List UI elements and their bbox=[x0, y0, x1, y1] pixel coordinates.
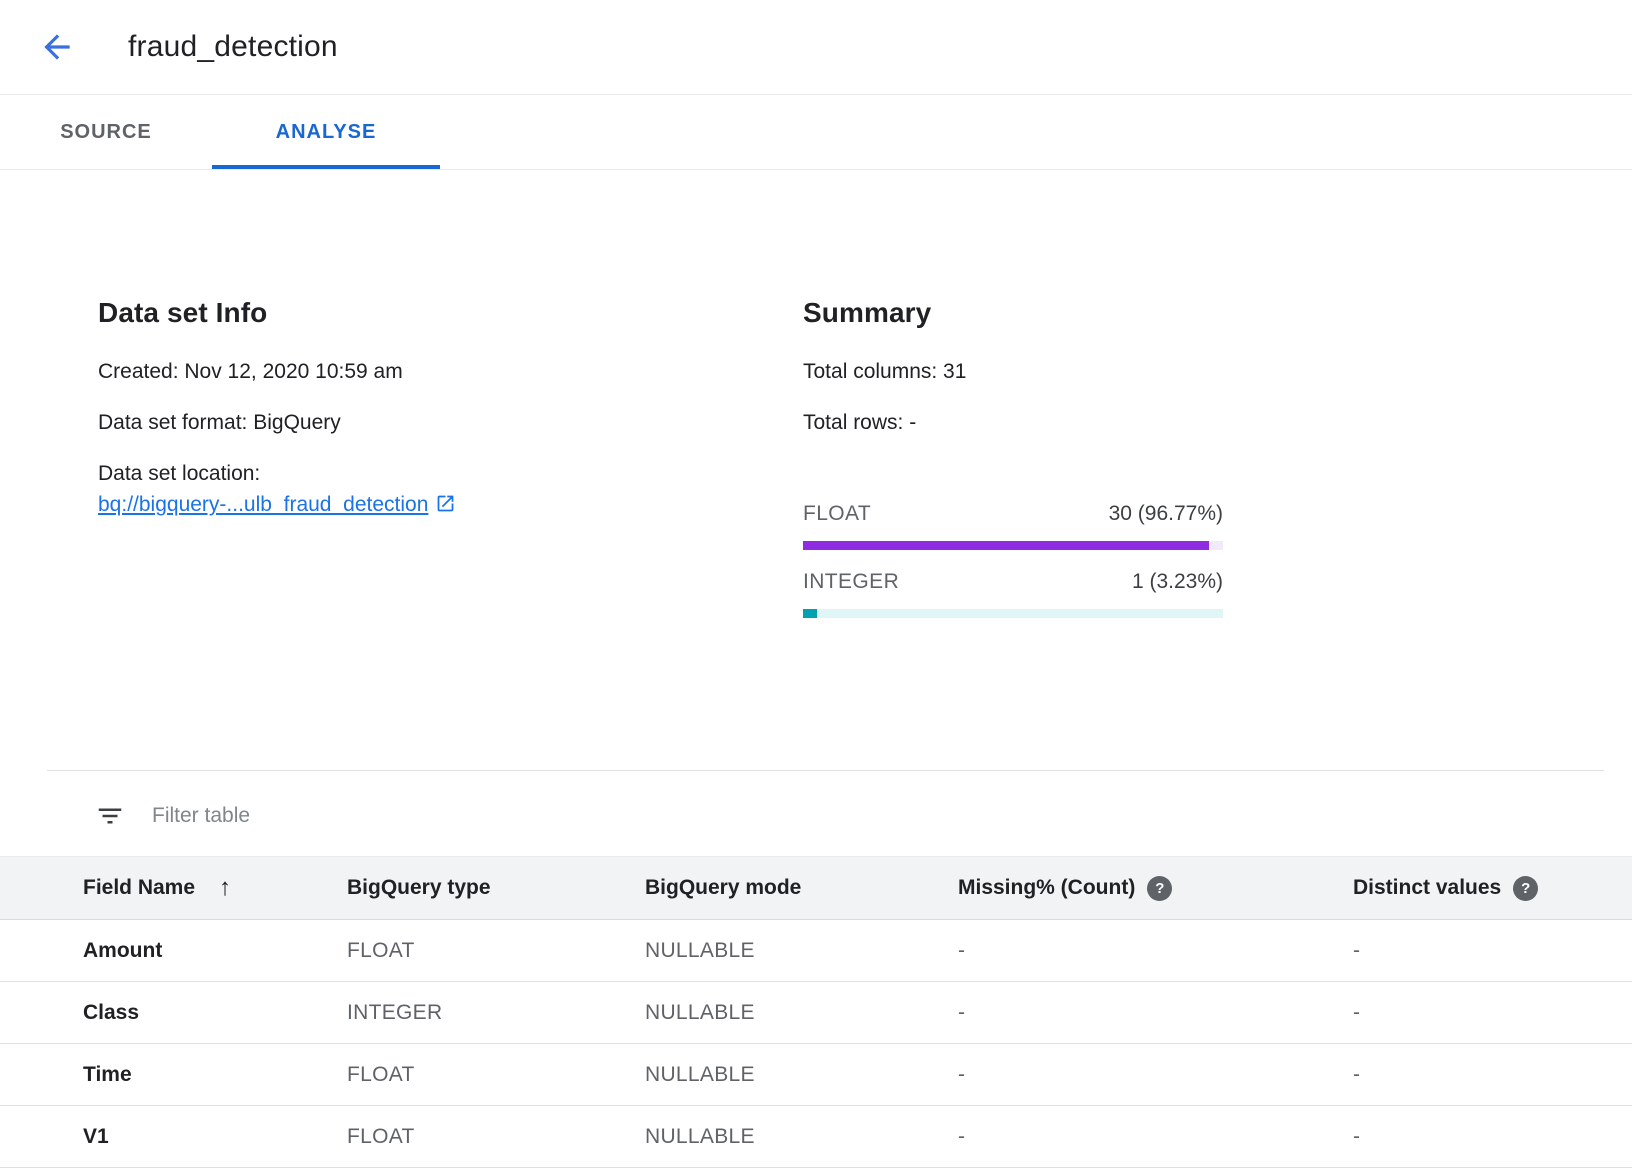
arrow-back-icon bbox=[38, 28, 76, 66]
type-stat-bar bbox=[803, 609, 1223, 618]
cell-bigquery-mode: NULLABLE bbox=[645, 1063, 958, 1087]
cell-distinct-values: - bbox=[1353, 1125, 1632, 1149]
help-icon[interactable]: ? bbox=[1513, 876, 1538, 901]
column-header-distinct-values: Distinct values ? bbox=[1353, 876, 1632, 901]
dataset-location-label: Data set location: bbox=[98, 462, 260, 485]
sort-ascending-icon[interactable]: ↑ bbox=[219, 874, 231, 902]
table-row: V1 FLOAT NULLABLE - - bbox=[0, 1106, 1632, 1168]
cell-field-name: Amount bbox=[83, 939, 347, 963]
cell-missing: - bbox=[958, 1063, 1353, 1087]
filter-table-input[interactable] bbox=[150, 803, 1572, 829]
cell-field-name: Time bbox=[83, 1063, 347, 1087]
cell-bigquery-type: INTEGER bbox=[347, 1001, 645, 1025]
table-row: Class INTEGER NULLABLE - - bbox=[0, 982, 1632, 1044]
cell-distinct-values: - bbox=[1353, 1001, 1632, 1025]
cell-bigquery-type: FLOAT bbox=[347, 939, 645, 963]
cell-missing: - bbox=[958, 1001, 1353, 1025]
dataset-format: Data set format: BigQuery bbox=[98, 407, 718, 438]
back-button[interactable] bbox=[36, 26, 78, 68]
tab-analyse[interactable]: ANALYSE bbox=[212, 96, 440, 169]
summary-total-rows: Total rows: - bbox=[803, 407, 1223, 438]
cell-missing: - bbox=[958, 939, 1353, 963]
table-row: Amount FLOAT NULLABLE - - bbox=[0, 920, 1632, 982]
table-header-row: Field Name ↑ BigQuery type BigQuery mode… bbox=[0, 856, 1632, 920]
table-body: Amount FLOAT NULLABLE - - Class INTEGER … bbox=[0, 920, 1632, 1168]
section-divider bbox=[47, 770, 1604, 771]
column-header-field-name[interactable]: Field Name ↑ bbox=[83, 874, 347, 902]
type-stat-bar bbox=[803, 541, 1223, 550]
cell-missing: - bbox=[958, 1125, 1353, 1149]
type-stat-integer: INTEGER 1 (3.23%) bbox=[803, 566, 1223, 618]
column-header-bigquery-type: BigQuery type bbox=[347, 876, 645, 900]
type-stat-value: 1 (3.23%) bbox=[1132, 566, 1223, 597]
summary-total-columns: Total columns: 31 bbox=[803, 356, 1223, 387]
dataset-location-link[interactable]: bq://bigquery-...ulb_fraud_detection bbox=[98, 493, 428, 516]
page-title: fraud_detection bbox=[128, 30, 338, 64]
cell-bigquery-mode: NULLABLE bbox=[645, 1001, 958, 1025]
summary-heading: Summary bbox=[803, 296, 1223, 330]
column-header-missing: Missing% (Count) ? bbox=[958, 876, 1353, 901]
dataset-info-heading: Data set Info bbox=[98, 296, 718, 330]
cell-bigquery-mode: NULLABLE bbox=[645, 1125, 958, 1149]
cell-bigquery-type: FLOAT bbox=[347, 1125, 645, 1149]
open-in-new-icon[interactable] bbox=[428, 493, 456, 516]
tab-source[interactable]: SOURCE bbox=[0, 96, 212, 169]
filter-list-icon[interactable] bbox=[94, 800, 126, 832]
cell-field-name: V1 bbox=[83, 1125, 347, 1149]
tab-bar: SOURCE ANALYSE bbox=[0, 96, 1632, 170]
app-header: fraud_detection bbox=[0, 0, 1632, 95]
cell-distinct-values: - bbox=[1353, 1063, 1632, 1087]
dataset-info-section: Data set Info Created: Nov 12, 2020 10:5… bbox=[98, 296, 718, 520]
type-stat-label: FLOAT bbox=[803, 498, 871, 529]
cell-field-name: Class bbox=[83, 1001, 347, 1025]
help-icon[interactable]: ? bbox=[1147, 876, 1172, 901]
cell-distinct-values: - bbox=[1353, 939, 1632, 963]
dataset-created: Created: Nov 12, 2020 10:59 am bbox=[98, 356, 718, 387]
schema-table: Field Name ↑ BigQuery type BigQuery mode… bbox=[0, 856, 1632, 1168]
table-row: Time FLOAT NULLABLE - - bbox=[0, 1044, 1632, 1106]
column-header-bigquery-mode: BigQuery mode bbox=[645, 876, 958, 900]
summary-section: Summary Total columns: 31 Total rows: - … bbox=[803, 296, 1223, 634]
type-stat-label: INTEGER bbox=[803, 566, 899, 597]
type-stat-float: FLOAT 30 (96.77%) bbox=[803, 498, 1223, 550]
cell-bigquery-type: FLOAT bbox=[347, 1063, 645, 1087]
type-distribution: FLOAT 30 (96.77%) INTEGER 1 (3.23%) bbox=[803, 498, 1223, 618]
cell-bigquery-mode: NULLABLE bbox=[645, 939, 958, 963]
type-stat-value: 30 (96.77%) bbox=[1109, 498, 1223, 529]
filter-row bbox=[94, 796, 1572, 836]
